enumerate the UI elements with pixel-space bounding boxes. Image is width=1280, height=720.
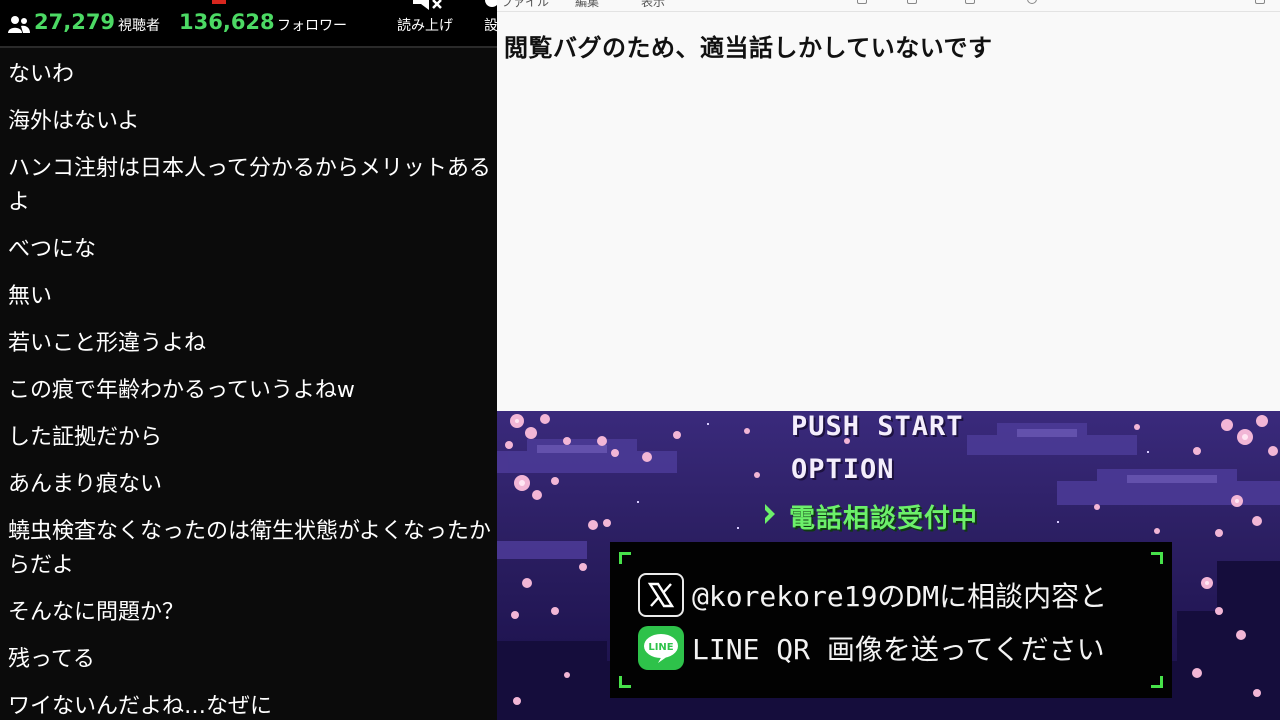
chat-message: 若いこと形違うよね: [8, 331, 207, 356]
viewer-count: 27,279: [34, 10, 116, 34]
follower-label: フォロワー: [277, 18, 347, 34]
dialog-line-x: @korekore19のDMに相談内容と: [638, 572, 1107, 618]
notepad-window: ファイル 編集 表示 閲覧バグのため、適当話しかしていないです: [497, 0, 1280, 411]
read-aloud-button[interactable]: 読み上げ: [397, 0, 459, 46]
x-logo-icon: [638, 573, 684, 617]
settings-button[interactable]: 設: [484, 0, 497, 46]
push-start-option[interactable]: PUSH START: [791, 411, 964, 442]
menu-view[interactable]: 表示: [641, 0, 665, 10]
toolbar-icon[interactable]: [857, 0, 867, 4]
follower-count: 136,628: [179, 10, 275, 34]
read-aloud-label: 読み上げ: [397, 18, 453, 34]
option-menu-item[interactable]: OPTION: [791, 454, 895, 485]
chat-stats-bar: 27,279 視聴者 136,628 フォロワー 読み上げ 設: [0, 0, 497, 48]
chat-message-list: ないわ 海外はないよ ハンコ注射は日本人って分かるからメリットあるよ べつにな …: [0, 52, 497, 720]
toolbar-icon[interactable]: [965, 0, 975, 4]
search-icon[interactable]: [1027, 0, 1037, 4]
chat-message: べつにな: [8, 237, 97, 262]
chat-panel: 27,279 視聴者 136,628 フォロワー 読み上げ 設 ないわ 海外はな…: [0, 0, 497, 720]
viewers-icon: [8, 16, 30, 33]
phone-consult-option[interactable]: 電話相談受付中: [789, 498, 978, 535]
viewer-label: 視聴者: [118, 18, 160, 34]
gear-icon[interactable]: [1255, 0, 1265, 4]
dialog-text-line1: @korekore19のDMに相談内容と: [692, 580, 1108, 613]
chat-message: ないわ: [8, 62, 75, 87]
chat-message: 残ってる: [8, 647, 95, 672]
menu-file[interactable]: ファイル: [501, 0, 549, 10]
chat-message: 無い: [8, 284, 53, 309]
svg-text:LINE: LINE: [648, 642, 673, 653]
toolbar-icon[interactable]: [907, 0, 917, 4]
notepad-text[interactable]: 閲覧バグのため、適当話しかしていないです: [504, 28, 993, 63]
chat-message: この痕で年齢わかるっていうよねw: [8, 378, 355, 403]
message-dialog: @korekore19のDMに相談内容と LINE LINE QR 画像を送って…: [610, 542, 1172, 698]
gear-icon: [485, 0, 497, 7]
notepad-menu-bar: ファイル 編集 表示: [497, 0, 1280, 12]
chat-message: 蟯虫検査なくなったのは衛生状態がよくなったからだよ: [8, 519, 491, 578]
chat-message: ハンコ注射は日本人って分かるからメリットあるよ: [8, 156, 491, 215]
live-indicator: [212, 0, 226, 4]
chat-message: 海外はないよ: [8, 109, 140, 134]
dialog-corner: [619, 552, 631, 564]
chat-message: そんなに問題か？: [8, 600, 185, 625]
settings-label: 設: [484, 18, 497, 34]
speaker-mute-icon: [413, 0, 442, 10]
line-logo-icon: LINE: [638, 626, 684, 670]
game-scene: PUSH START OPTION 電話相談受付中 @korekore19のDM…: [497, 411, 1280, 720]
dialog-corner: [619, 676, 631, 688]
dialog-line-line: LINE LINE QR 画像を送ってください: [638, 625, 1105, 671]
chat-message: ワイないんだよね…なぜに: [8, 694, 273, 719]
dialog-corner: [1151, 676, 1163, 688]
menu-edit[interactable]: 編集: [575, 0, 599, 10]
chat-message: あんまり痕ない: [8, 472, 163, 497]
dialog-corner: [1151, 552, 1163, 564]
dialog-text-line2: LINE QR 画像を送ってください: [692, 633, 1105, 666]
selection-arrow-icon: [765, 504, 775, 524]
chat-message: した証拠だから: [8, 425, 163, 450]
